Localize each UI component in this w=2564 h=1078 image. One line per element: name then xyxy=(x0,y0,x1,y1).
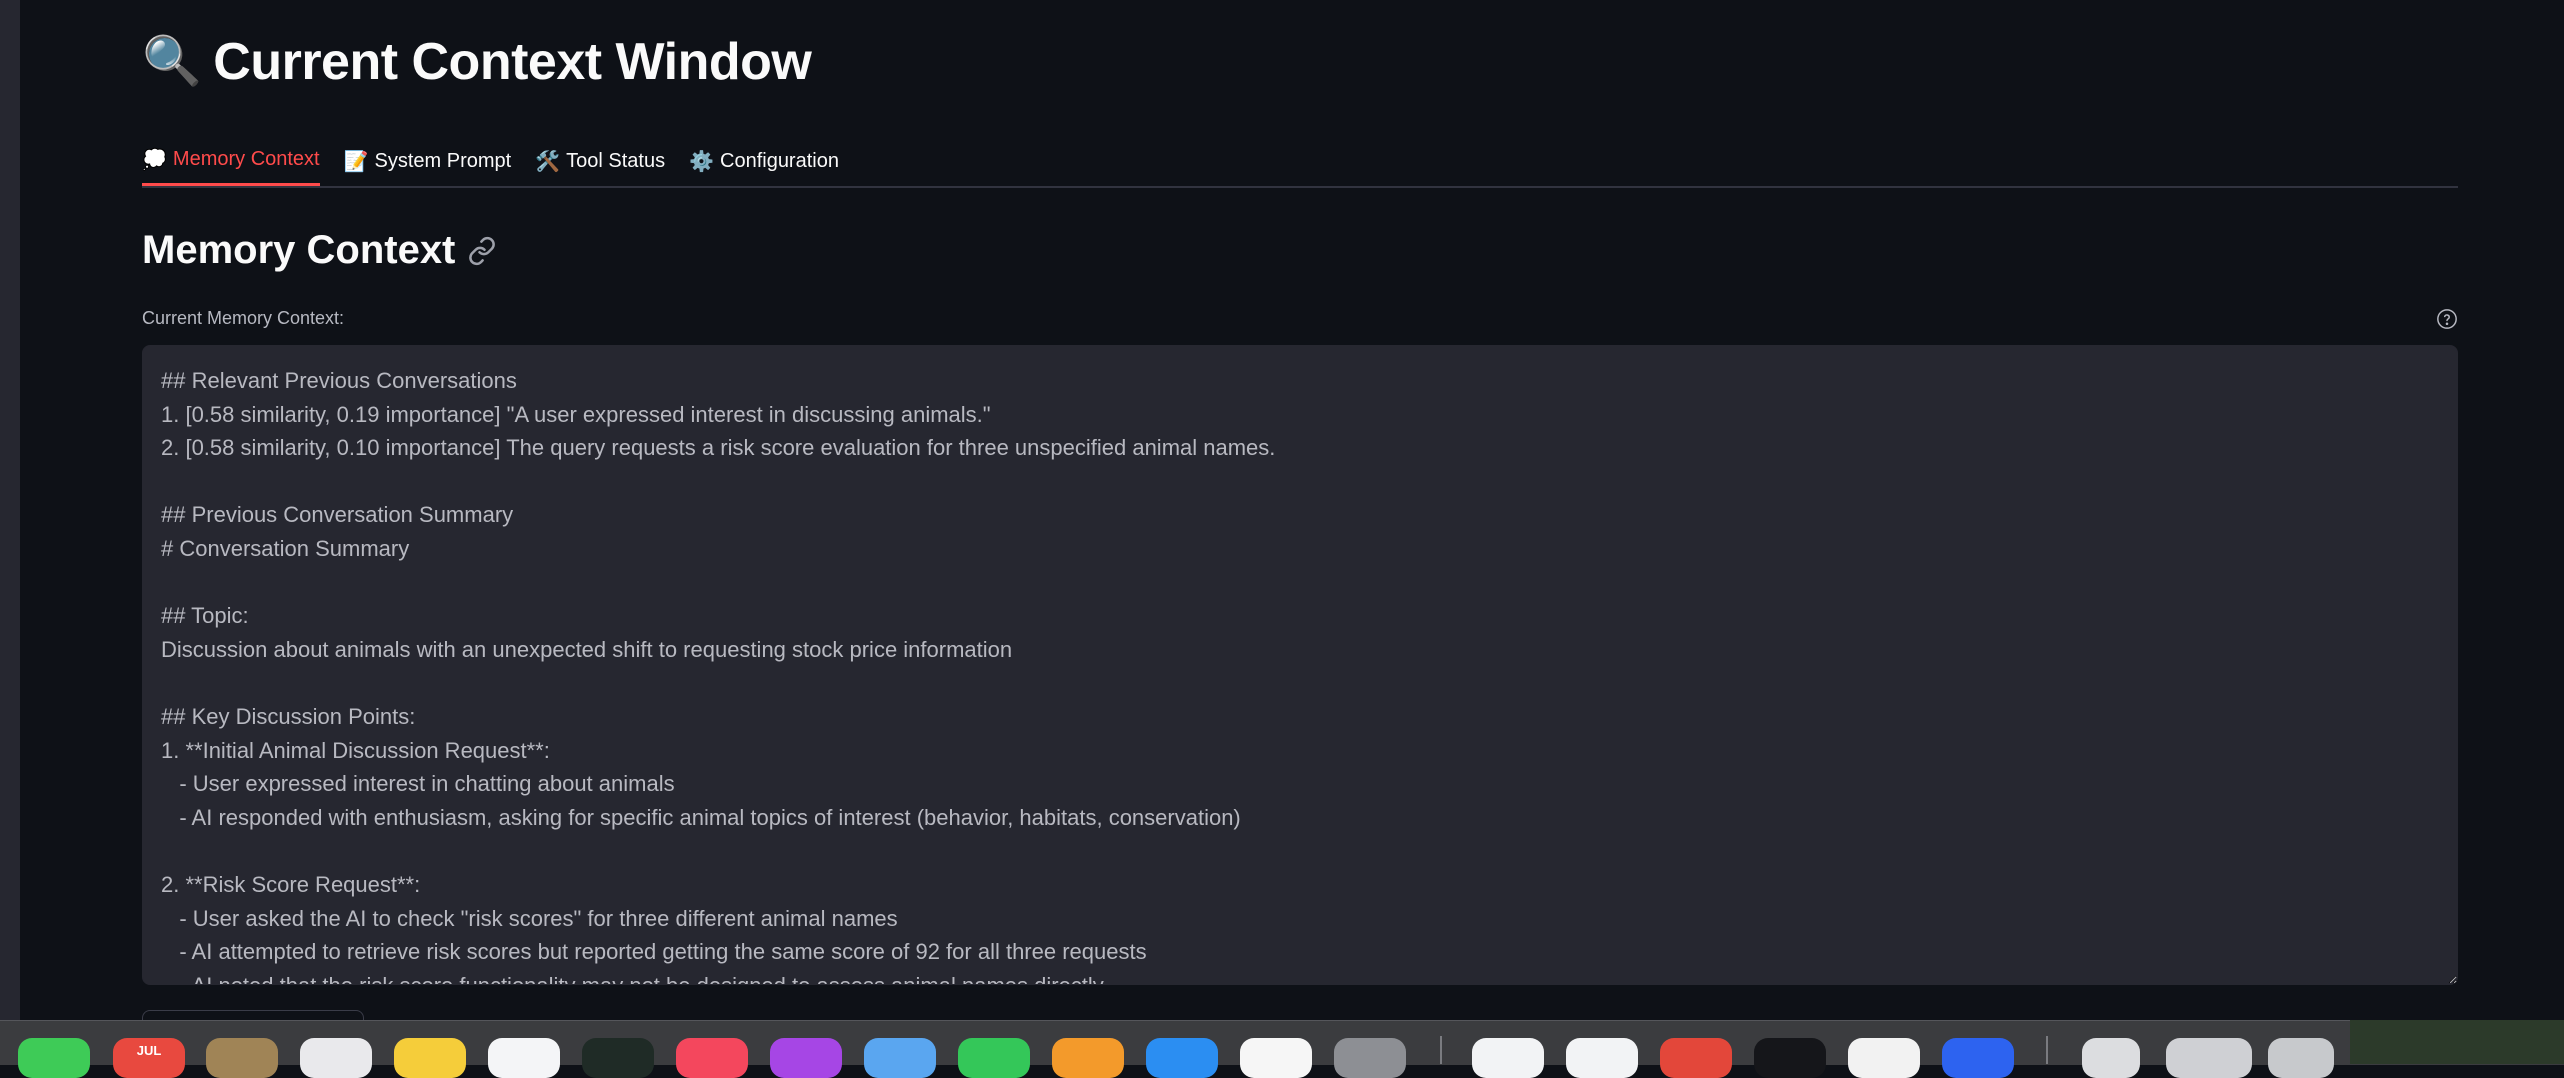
thought-bubble-icon: 💭 xyxy=(142,149,167,171)
cursor-app-icon[interactable] xyxy=(1754,1038,1826,1078)
vscode-app-icon[interactable] xyxy=(1472,1038,1544,1078)
magnifier-icon: 🔍 xyxy=(142,35,202,88)
notes-app-icon[interactable] xyxy=(394,1038,466,1078)
tab-system-prompt[interactable]: 📝 System Prompt xyxy=(344,136,512,186)
tab-bar: 💭 Memory Context 📝 System Prompt 🛠️ Tool… xyxy=(142,136,2458,188)
chrome-app-icon[interactable] xyxy=(1660,1038,1732,1078)
dock-separator xyxy=(2046,1036,2048,1064)
tab-label: Configuration xyxy=(720,149,839,172)
tab-tool-status[interactable]: 🛠️ Tool Status xyxy=(535,136,665,186)
freeform-app-icon[interactable] xyxy=(488,1038,560,1078)
memory-context-textarea[interactable] xyxy=(142,345,2458,985)
main-content: 🔍 Current Context Window 💭 Memory Contex… xyxy=(142,0,2458,1025)
section-heading-text: Memory Context xyxy=(142,228,456,272)
downloads-folder-icon[interactable] xyxy=(2082,1038,2140,1078)
zoom-app-icon[interactable] xyxy=(1942,1038,2014,1078)
trash-icon[interactable] xyxy=(2268,1038,2334,1078)
documents-stack-icon[interactable] xyxy=(2166,1038,2252,1078)
field-label: Current Memory Context: xyxy=(142,308,345,328)
help-icon[interactable] xyxy=(2436,308,2458,330)
messages-app-icon[interactable] xyxy=(18,1038,90,1078)
keychain-app-icon[interactable] xyxy=(206,1038,278,1078)
section-heading: Memory Context xyxy=(142,228,497,273)
numbers-app-icon[interactable] xyxy=(958,1038,1030,1078)
gear-icon: ⚙️ xyxy=(689,150,714,173)
page-title-text: Current Context Window xyxy=(213,33,812,91)
tab-memory-context[interactable]: 💭 Memory Context xyxy=(142,136,320,186)
sidebar-collapsed-strip xyxy=(0,0,20,1020)
sheets-app-icon[interactable] xyxy=(1566,1038,1638,1078)
link-icon[interactable] xyxy=(467,236,497,266)
dock-separator xyxy=(1440,1036,1442,1064)
tab-label: System Prompt xyxy=(374,149,512,172)
memo-icon: 📝 xyxy=(343,150,369,173)
page-title: 🔍 Current Context Window xyxy=(142,32,812,92)
contacts-app-icon[interactable] xyxy=(300,1038,372,1078)
appstore-app-icon[interactable] xyxy=(1146,1038,1218,1078)
tab-configuration[interactable]: ⚙️ Configuration xyxy=(689,136,839,186)
photos-app-icon[interactable] xyxy=(864,1038,936,1078)
system-settings-app-icon[interactable] xyxy=(1334,1038,1406,1078)
desktop-wallpaper-edge xyxy=(2350,1020,2564,1064)
music-app-icon[interactable] xyxy=(676,1038,748,1078)
terminal-app-icon[interactable] xyxy=(582,1038,654,1078)
tab-label: Memory Context xyxy=(172,148,320,170)
tab-label: Tool Status xyxy=(566,149,666,172)
chatgpt-app-icon[interactable] xyxy=(1848,1038,1920,1078)
tools-icon: 🛠️ xyxy=(535,150,561,173)
podcasts-app-icon[interactable] xyxy=(770,1038,842,1078)
calendar-month-label: JUL xyxy=(136,1043,162,1058)
pages-app-icon[interactable] xyxy=(1052,1038,1124,1078)
slack-app-icon[interactable] xyxy=(1240,1038,1312,1078)
